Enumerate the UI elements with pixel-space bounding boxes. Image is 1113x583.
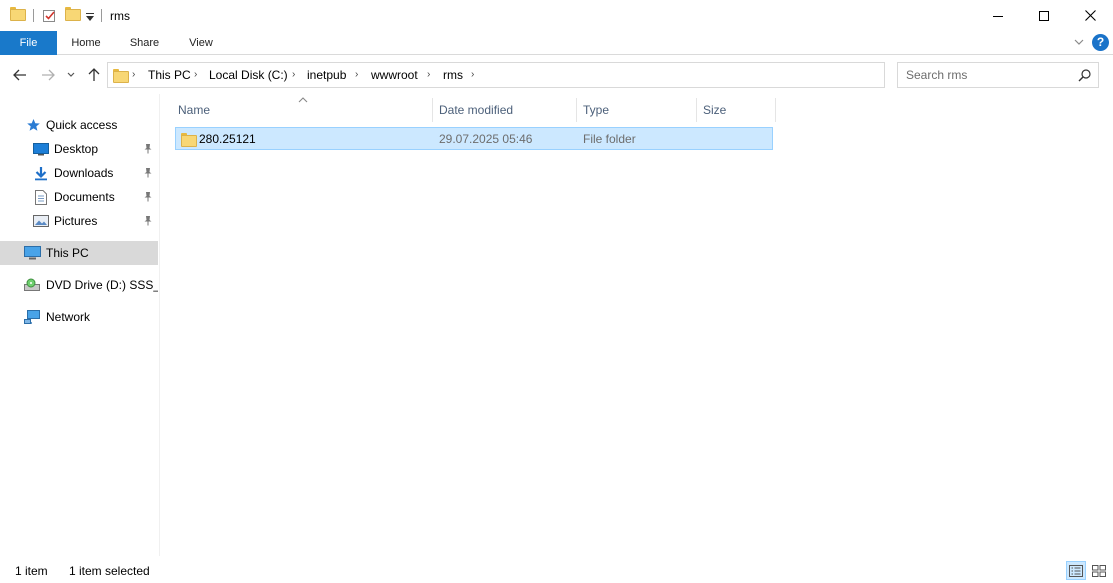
pin-icon[interactable] [143,143,153,154]
back-button[interactable] [11,66,29,84]
nav-item-desktop[interactable]: Desktop [0,137,158,161]
breadcrumb-chevron-icon[interactable]: › [355,69,358,80]
window-folder-icon [10,7,26,22]
ribbon-tabs: File Home Share View ? [0,31,1113,55]
nav-label: Downloads [54,166,114,180]
desktop-icon [33,142,49,156]
nav-item-quick-access[interactable]: Quick access [0,113,158,137]
minimize-icon [993,15,1003,17]
tab-share[interactable]: Share [120,31,169,55]
expand-ribbon-chevron-icon[interactable] [1073,36,1085,48]
nav-label: This PC [46,246,89,260]
quick-toolbar-separator [33,9,34,22]
address-folder-icon [113,69,129,84]
file-date-modified: 29.07.2025 05:46 [439,132,533,146]
maximize-icon [1039,10,1049,21]
file-name: 280.25121 [199,132,256,146]
network-icon [24,310,40,324]
tab-file[interactable]: File [0,31,57,55]
column-header-size[interactable]: Size [703,97,775,123]
nav-label: Desktop [54,142,99,156]
breadcrumb-this-pc[interactable]: This PC [148,68,191,82]
nav-item-documents[interactable]: Documents [0,185,158,209]
document-icon [34,190,50,205]
breadcrumb-chevron-icon[interactable]: › [292,69,295,80]
picture-icon [33,214,49,228]
column-divider[interactable] [576,98,577,122]
column-divider[interactable] [775,98,776,122]
nav-label: Pictures [54,214,98,228]
breadcrumb-chevron-icon[interactable]: › [471,69,474,80]
column-header-date-modified[interactable]: Date modified [439,97,576,123]
up-button[interactable] [85,66,103,84]
breadcrumb-chevron-icon[interactable]: › [194,69,197,80]
column-divider[interactable] [432,98,433,122]
back-arrow-icon [13,69,26,81]
computer-icon [24,246,41,260]
tab-home[interactable]: Home [62,31,110,55]
nav-item-network[interactable]: Network [0,305,158,329]
table-row[interactable]: 280.25121 29.07.2025 05:46 File folder [175,127,773,150]
search-input[interactable] [906,67,1071,83]
customize-toolbar-chevron-icon[interactable] [86,11,94,25]
nav-item-this-pc[interactable]: This PC [0,241,158,265]
recent-locations-button[interactable] [64,66,78,84]
forward-button[interactable] [39,66,57,84]
breadcrumb-rms[interactable]: rms [443,68,463,82]
details-view-icon [1069,564,1083,577]
search-box[interactable] [897,62,1099,88]
details-view-button[interactable] [1066,561,1086,580]
nav-label: Documents [54,190,115,204]
file-type: File folder [583,132,636,146]
new-folder-icon[interactable] [65,7,81,22]
nav-item-pictures[interactable]: Pictures [0,209,158,233]
column-header-type[interactable]: Type [583,97,696,123]
up-arrow-icon [88,68,100,81]
pin-icon[interactable] [143,215,153,226]
breadcrumb-inetpub[interactable]: inetpub [307,68,346,82]
nav-label: Network [46,310,91,324]
breadcrumb-chevron-icon[interactable]: › [427,69,430,80]
address-bar[interactable]: › This PC › Local Disk (C:) › inetpub › … [107,62,980,88]
navigation-pane: Quick access Desktop Downloads Documents… [0,94,158,556]
breadcrumb-local-disk[interactable]: Local Disk (C:) [209,68,288,82]
maximize-button[interactable] [1021,0,1067,31]
forward-arrow-icon [42,69,55,81]
close-icon [1084,10,1096,21]
title-separator [101,9,102,22]
dvd-drive-icon [24,278,40,292]
large-icons-view-icon [1092,564,1106,577]
breadcrumb-wwwroot[interactable]: wwwroot [371,68,418,82]
window-title: rms [110,9,130,23]
breadcrumb-chevron-icon[interactable]: › [132,69,135,80]
nav-label: DVD Drive (D:) SSS_X6 [46,278,158,292]
folder-icon [181,133,197,148]
help-icon[interactable]: ? [1092,34,1109,51]
minimize-button[interactable] [975,0,1021,31]
search-icon[interactable] [1078,68,1092,82]
status-bar: 1 item 1 item selected [0,558,1113,583]
nav-item-downloads[interactable]: Downloads [0,161,158,185]
pin-icon[interactable] [143,191,153,202]
selection-count: 1 item selected [69,564,150,578]
title-bar: rms [0,0,1113,31]
chevron-down-icon [67,72,75,77]
download-arrow-icon [33,166,49,181]
column-header-name[interactable]: Name [178,97,432,123]
properties-checkmark-icon[interactable] [42,8,57,26]
pin-icon[interactable] [143,167,153,178]
file-list: Name Date modified Type Size 280.25121 2… [160,94,1113,556]
close-button[interactable] [1067,0,1113,31]
item-count: 1 item [15,564,48,578]
tab-view[interactable]: View [178,31,224,55]
large-icons-view-button[interactable] [1089,561,1109,580]
nav-item-dvd-drive[interactable]: DVD Drive (D:) SSS_X6 [0,273,158,297]
star-icon [26,118,42,132]
nav-label: Quick access [46,118,118,132]
column-divider[interactable] [696,98,697,122]
